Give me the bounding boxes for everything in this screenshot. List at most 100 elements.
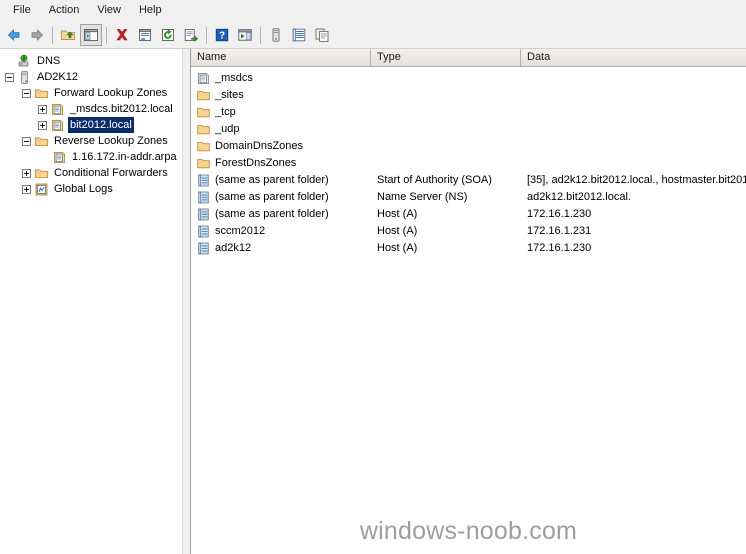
forward-button[interactable]	[26, 24, 48, 46]
tree-expand-toggle[interactable]	[22, 184, 31, 194]
cell-type: Host (A)	[377, 208, 418, 220]
menu-item-view[interactable]: View	[88, 2, 130, 19]
tree-item-conditional-forwarders[interactable]: Conditional Forwarders	[0, 165, 182, 181]
menu-item-help[interactable]: Help	[130, 2, 171, 19]
main-content: DNS AD2K12 Forward Lookup Zones _msdcs.b…	[0, 49, 746, 554]
console-tree-icon	[84, 29, 98, 41]
folder-icon	[195, 122, 211, 138]
export-list-button[interactable]	[180, 24, 202, 46]
cell-name: _tcp	[191, 104, 371, 121]
table-row[interactable]: ad2k12 Host (A) 172.16.1.230	[191, 240, 746, 257]
cell-name: _udp	[191, 121, 371, 138]
tree-item-reverse-lookup-zones[interactable]: Reverse Lookup Zones	[0, 133, 182, 149]
records-list-pane: Name Type Data _msdcs _sites _tcp _udp D…	[191, 49, 746, 554]
show-window-button[interactable]	[234, 24, 256, 46]
cell-name: _msdcs	[191, 70, 371, 87]
record-name: ad2k12	[215, 242, 252, 254]
table-row[interactable]: (same as parent folder) Start of Authori…	[191, 172, 746, 189]
column-header-data[interactable]: Data	[521, 49, 746, 66]
tree-item-ad2k12[interactable]: AD2K12	[0, 69, 182, 85]
properties-icon	[139, 29, 151, 41]
list-column-header: Name Type Data	[191, 49, 746, 67]
cell-data: [35], ad2k12.bit2012.local., hostmaster.…	[527, 174, 746, 186]
tree-item-forward-lookup-zones[interactable]: Forward Lookup Zones	[0, 85, 182, 101]
folder-icon	[33, 85, 49, 101]
table-row[interactable]: (same as parent folder) Name Server (NS)…	[191, 189, 746, 206]
tree-expand-toggle[interactable]	[38, 120, 47, 130]
delete-button[interactable]	[111, 24, 133, 46]
record-name: sccm2012	[215, 225, 266, 237]
tree-expand-toggle[interactable]	[22, 168, 31, 178]
record-name: (same as parent folder)	[215, 174, 329, 186]
tree-item-label: Forward Lookup Zones	[54, 87, 168, 99]
column-header-name[interactable]: Name	[191, 49, 371, 66]
cell-data: 172.16.1.230	[527, 242, 592, 254]
toolbar-separator	[260, 26, 261, 44]
cell-type: Host (A)	[377, 242, 418, 254]
tree-item-label: bit2012.local	[68, 117, 134, 133]
cell-data: 172.16.1.230	[527, 208, 592, 220]
tree-item-global-logs[interactable]: Global Logs	[0, 181, 182, 197]
tree-item-dns[interactable]: DNS	[0, 53, 182, 69]
tree-expand-toggle[interactable]	[38, 104, 47, 114]
tree-item-reverse-zone[interactable]: 1.16.172.in-addr.arpa	[0, 149, 182, 165]
table-row[interactable]: sccm2012 Host (A) 172.16.1.231	[191, 223, 746, 240]
help-question-icon: ?	[215, 28, 229, 42]
record-icon	[195, 224, 211, 240]
menu-item-file[interactable]: File	[4, 2, 40, 19]
tree-item-label: _msdcs.bit2012.local	[70, 103, 173, 115]
zone-icon	[49, 101, 65, 117]
table-row[interactable]: DomainDnsZones	[191, 138, 746, 155]
toolbar-separator	[52, 26, 53, 44]
table-row[interactable]: _udp	[191, 121, 746, 138]
column-header-type[interactable]: Type	[371, 49, 521, 66]
folder-icon	[195, 88, 211, 104]
table-row[interactable]: ForestDnsZones	[191, 155, 746, 172]
tree-item-bit2012-local-zone[interactable]: bit2012.local	[0, 117, 182, 133]
cell-name: ForestDnsZones	[191, 155, 371, 172]
show-hide-console-tree-button[interactable]	[80, 24, 102, 46]
pane-splitter[interactable]	[182, 49, 191, 554]
up-one-level-button[interactable]	[57, 24, 79, 46]
record-name: ForestDnsZones	[215, 157, 297, 169]
properties-button[interactable]	[134, 24, 156, 46]
tree-item-label: Reverse Lookup Zones	[54, 135, 168, 147]
cell-data: 172.16.1.231	[527, 225, 592, 237]
tree-collapse-toggle[interactable]	[22, 88, 31, 98]
record-name: _tcp	[215, 106, 236, 118]
back-button[interactable]	[3, 24, 25, 46]
delete-x-icon	[116, 29, 128, 41]
menu-item-action[interactable]: Action	[40, 2, 89, 19]
help-button[interactable]: ?	[211, 24, 233, 46]
tree-item-label: 1.16.172.in-addr.arpa	[72, 151, 177, 163]
server-button[interactable]	[265, 24, 287, 46]
folder-icon	[33, 165, 49, 181]
records-list-button[interactable]	[288, 24, 310, 46]
menu-bar: File Action View Help	[0, 0, 746, 22]
tree-item-label: DNS	[37, 55, 61, 67]
dns-manager-window: File Action View Help ? DNS AD2K12 Forwa…	[0, 0, 746, 554]
tree-collapse-toggle[interactable]	[22, 136, 31, 146]
table-row[interactable]: (same as parent folder) Host (A) 172.16.…	[191, 206, 746, 223]
toolbar-separator	[106, 26, 107, 44]
tree-collapse-toggle[interactable]	[5, 72, 14, 82]
record-icon	[195, 241, 211, 257]
tree-item-msdcs-zone[interactable]: _msdcs.bit2012.local	[0, 101, 182, 117]
record-icon	[195, 190, 211, 206]
refresh-button[interactable]	[157, 24, 179, 46]
record-icon	[195, 173, 211, 189]
folder-up-icon	[61, 30, 75, 40]
copy-button[interactable]	[311, 24, 333, 46]
refresh-icon	[162, 29, 174, 41]
global-logs-icon	[33, 181, 49, 197]
tree-item-label: Conditional Forwarders	[54, 167, 168, 179]
arrow-left-icon	[7, 29, 20, 41]
toolbar: ?	[0, 22, 746, 49]
record-name: _sites	[215, 89, 244, 101]
folder-icon	[195, 139, 211, 155]
console-tree-pane[interactable]: DNS AD2K12 Forward Lookup Zones _msdcs.b…	[0, 49, 182, 554]
table-row[interactable]: _tcp	[191, 104, 746, 121]
table-row[interactable]: _sites	[191, 87, 746, 104]
cell-name: ad2k12	[191, 240, 371, 257]
table-row[interactable]: _msdcs	[191, 70, 746, 87]
